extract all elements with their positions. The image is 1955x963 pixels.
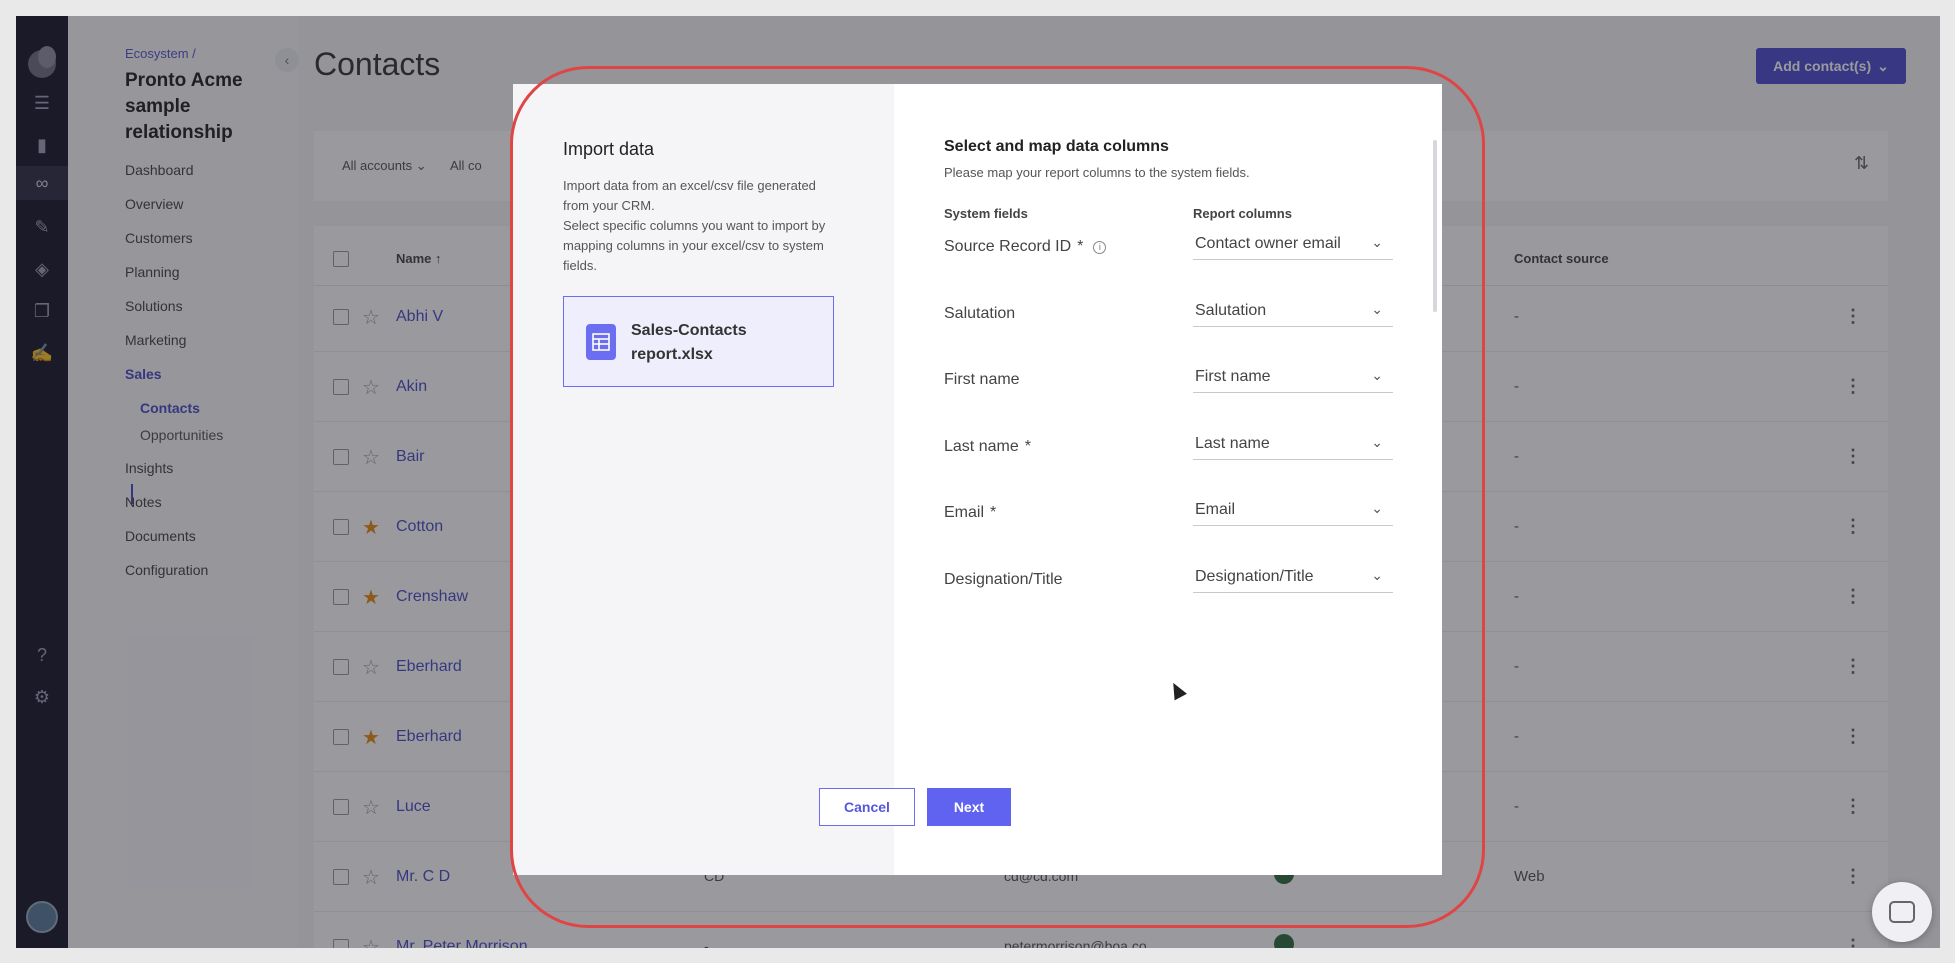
chat-launcher-button[interactable] bbox=[1872, 882, 1932, 942]
highlight-outline bbox=[510, 66, 1485, 928]
screen-frame: ☰ ▮ ∞ ✎ ◈ ❐ ✍ ? ⚙ Ecosystem / Pronto Acm… bbox=[0, 0, 1955, 963]
app-window: ☰ ▮ ∞ ✎ ◈ ❐ ✍ ? ⚙ Ecosystem / Pronto Acm… bbox=[16, 16, 1940, 948]
chat-bubble-icon bbox=[1889, 901, 1915, 923]
